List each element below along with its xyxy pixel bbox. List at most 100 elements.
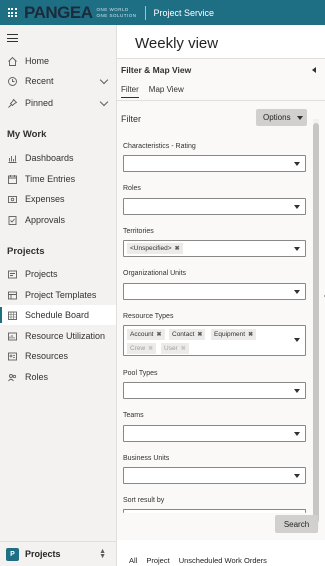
resource-type-chip[interactable]: Account ✖ (127, 329, 165, 340)
roles-label: Roles (123, 185, 141, 192)
sidebar-item-label: Approvals (25, 215, 66, 225)
tab-project[interactable]: Project (146, 556, 169, 565)
page-title: Weekly view (135, 35, 219, 52)
sidebar-item-label: Roles (25, 372, 49, 382)
sidebar-item-resource-utilization[interactable]: Resource Utilization (0, 326, 116, 346)
chevron-down-icon (294, 432, 300, 436)
sidebar-item-label: Projects (25, 269, 58, 279)
remove-icon[interactable]: ✖ (175, 245, 180, 252)
sidebar-item-label: Home (25, 56, 50, 66)
sidebar-item-pinned[interactable]: Pinned (0, 93, 116, 113)
sidebar-item-project-templates[interactable]: Project Templates (0, 285, 116, 305)
calendar-icon (7, 174, 18, 185)
section-title-projects: Projects (7, 246, 45, 257)
territories-label: Territories (123, 228, 154, 235)
remove-icon[interactable]: ✖ (181, 345, 186, 352)
tab-filter[interactable]: Filter (121, 85, 139, 98)
business-units-label: Business Units (123, 455, 170, 462)
app-title[interactable]: Project Service (154, 8, 215, 18)
remove-icon[interactable]: ✖ (197, 331, 202, 338)
brand-name: PANGEA (24, 3, 93, 22)
sidebar-item-time-entries[interactable]: Time Entries (0, 169, 116, 189)
schedule-icon (7, 310, 18, 321)
roles-select[interactable] (123, 198, 306, 215)
brand-logo[interactable]: PANGEA ONE WORLD ONE SOLUTION (24, 0, 137, 25)
sidebar-item-label: Recent (25, 76, 54, 86)
chevron-updown-icon: ▲ ▼ (99, 548, 106, 560)
area-switcher[interactable]: P Projects ▲ ▼ (0, 541, 116, 566)
tab-map-view[interactable]: Map View (149, 85, 184, 98)
chevron-down-icon (294, 474, 300, 478)
sidebar-item-label: Resources (25, 351, 69, 361)
board-tabs: All Project Unscheduled Work Orders (129, 556, 276, 565)
territories-select[interactable]: <Unspecified> ✖ (123, 240, 306, 257)
sidebar-item-resources[interactable]: Resources (0, 346, 116, 366)
pin-icon (7, 98, 18, 109)
pool-types-select[interactable] (123, 382, 306, 399)
options-button[interactable]: Options (256, 109, 307, 126)
divider (117, 100, 325, 101)
resource-type-chip[interactable]: Equipment ✖ (211, 329, 257, 340)
utilization-icon (7, 331, 18, 342)
hamburger-menu-icon[interactable] (7, 34, 18, 45)
area-label: Projects (25, 549, 61, 559)
chevron-down-icon (294, 205, 300, 209)
chevron-down-icon[interactable] (99, 75, 109, 85)
resource-types-select[interactable]: Account ✖ Contact ✖ Equipment ✖ Crew ✖ User ✖ (123, 325, 306, 356)
waffle-icon (7, 8, 17, 17)
sidebar-item-label: Schedule Board (25, 310, 90, 320)
brand-separator (144, 5, 146, 20)
collapse-arrow-icon[interactable] (312, 67, 316, 73)
sidebar-item-label: Expenses (25, 194, 65, 204)
sidebar-item-label: Pinned (25, 98, 54, 108)
sidebar: Home Recent Pinned My Work Dashboards Ti… (0, 25, 117, 566)
org-units-select[interactable] (123, 283, 306, 300)
sidebar-item-recent[interactable]: Recent (0, 71, 116, 91)
section-title-my-work: My Work (7, 129, 47, 140)
clock-icon (7, 76, 18, 87)
app-launcher-button[interactable] (0, 0, 24, 25)
sidebar-item-label: Project Templates (25, 290, 97, 300)
tab-unscheduled-work-orders[interactable]: Unscheduled Work Orders (179, 556, 267, 565)
template-icon (7, 290, 18, 301)
chevron-down-icon[interactable] (99, 97, 109, 107)
main-content: Weekly view Filter & Map View Filter Map… (117, 25, 325, 566)
remove-icon[interactable]: ✖ (157, 331, 162, 338)
scrollbar-thumb[interactable] (313, 123, 319, 523)
dashboard-icon (7, 153, 18, 164)
sidebar-item-dashboards[interactable]: Dashboards (0, 148, 116, 168)
resource-type-chip[interactable]: User ✖ (161, 343, 189, 354)
sort-result-select[interactable] (123, 509, 306, 513)
top-bar: PANGEA ONE WORLD ONE SOLUTION Project Se… (0, 0, 325, 25)
characteristics-label: Characteristics - Rating (123, 143, 196, 150)
territory-chip[interactable]: <Unspecified> ✖ (127, 243, 183, 254)
characteristics-select[interactable] (123, 155, 306, 172)
sidebar-item-schedule-board[interactable]: Schedule Board (0, 305, 116, 325)
panel-title: Filter & Map View (121, 65, 192, 75)
sort-result-label: Sort result by (123, 497, 165, 504)
home-icon (7, 56, 18, 67)
remove-icon[interactable]: ✖ (248, 331, 253, 338)
sidebar-item-home[interactable]: Home (0, 51, 116, 71)
sidebar-item-label: Time Entries (25, 174, 76, 184)
sidebar-item-projects[interactable]: Projects (0, 264, 116, 284)
business-units-select[interactable] (123, 467, 306, 484)
filter-map-panel: Filter & Map View Filter Map View Filter… (117, 58, 325, 540)
remove-icon[interactable]: ✖ (148, 345, 153, 352)
chevron-down-icon (294, 247, 300, 251)
teams-select[interactable] (123, 425, 306, 442)
resource-type-chip[interactable]: Contact ✖ (169, 329, 206, 340)
tab-all[interactable]: All (129, 556, 137, 565)
brand-tagline: ONE WORLD ONE SOLUTION (96, 7, 137, 18)
sidebar-item-roles[interactable]: Roles (0, 367, 116, 387)
sidebar-item-expenses[interactable]: Expenses (0, 189, 116, 209)
resources-icon (7, 351, 18, 362)
resource-type-chip[interactable]: Crew ✖ (127, 343, 157, 354)
filter-heading: Filter (121, 114, 141, 124)
chevron-down-icon (294, 162, 300, 166)
search-button[interactable]: Search (275, 515, 318, 533)
area-badge: P (6, 547, 19, 561)
sidebar-item-approvals[interactable]: Approvals (0, 210, 116, 230)
chevron-down-icon (294, 290, 300, 294)
projects-icon (7, 269, 18, 280)
